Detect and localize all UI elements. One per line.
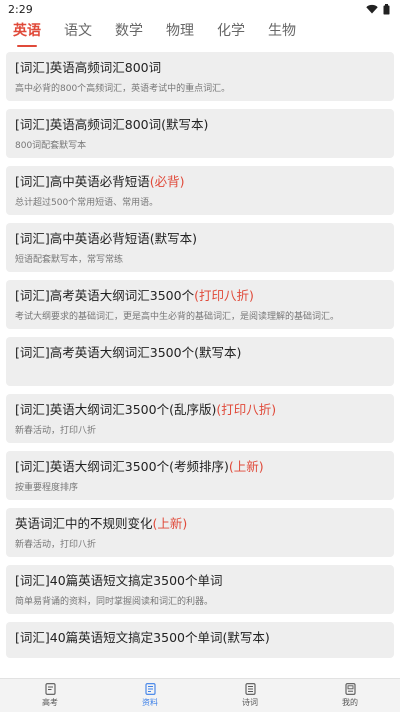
item-tag: (上新): [152, 516, 188, 531]
tab-physics[interactable]: 物理: [166, 20, 194, 48]
item-desc: 新春活动，打印八折: [15, 540, 97, 550]
item-desc: 新春活动，打印八折: [15, 426, 97, 436]
status-icons: [366, 3, 390, 15]
nav-profile[interactable]: 我的: [300, 679, 400, 712]
item-desc: 总计超过500个常用短语、常用语。: [15, 198, 159, 208]
tab-english[interactable]: 英语: [13, 20, 41, 48]
item-desc: 简单易背诵的资料，同时掌握阅读和词汇的利器。: [15, 597, 214, 607]
item-desc: 按重要程度排序: [15, 483, 79, 493]
list-item[interactable]: 英语词汇中的不规则变化(上新) 新春活动，打印八折: [6, 508, 394, 557]
nav-label: 高考: [42, 698, 58, 707]
list-item[interactable]: [词汇]高中英语必背短语(必背) 总计超过500个常用短语、常用语。: [6, 166, 394, 215]
tab-chinese[interactable]: 语文: [64, 20, 92, 48]
subject-tabs: 英语 语文 数学 物理 化学 生物: [0, 20, 400, 48]
item-desc: 短语配套默写本，常写常练: [15, 255, 124, 265]
list-item[interactable]: [词汇]英语大纲词汇3500个(考频排序)(上新) 按重要程度排序: [6, 451, 394, 500]
item-title: 英语词汇中的不规则变化(上新): [15, 516, 188, 531]
nav-label: 资料: [142, 698, 158, 707]
item-title: [词汇]高中英语必背短语(默写本): [15, 231, 198, 246]
list-item[interactable]: [词汇]高中英语必背短语(默写本) 短语配套默写本，常写常练: [6, 223, 394, 272]
item-desc: 800词配套默写本: [15, 141, 87, 151]
item-desc: 考试大纲要求的基础词汇，更是高中生必背的基础词汇，是阅读理解的基础词汇。: [15, 312, 340, 322]
nav-poetry[interactable]: 诗词: [200, 679, 300, 712]
profile-icon: [344, 683, 356, 695]
item-title: [词汇]高考英语大纲词汇3500个(默写本): [15, 345, 242, 360]
item-title: [词汇]40篇英语短文搞定3500个单词(默写本): [15, 630, 270, 645]
list-item[interactable]: [词汇]40篇英语短文搞定3500个单词 简单易背诵的资料，同时掌握阅读和词汇的…: [6, 565, 394, 614]
item-desc: 高中必背的800个高频词汇，英语考试中的重点词汇。: [15, 84, 231, 94]
document-icon: [144, 683, 156, 695]
nav-exam[interactable]: 高考: [0, 679, 100, 712]
nav-materials[interactable]: 资料: [100, 679, 200, 712]
status-time: 2:29: [8, 2, 33, 16]
item-title: [词汇]英语大纲词汇3500个(考频排序)(上新): [15, 459, 264, 474]
nav-label: 我的: [342, 698, 358, 707]
list-item[interactable]: [词汇]高考英语大纲词汇3500个(打印八折) 考试大纲要求的基础词汇，更是高中…: [6, 280, 394, 329]
list-item[interactable]: [词汇]英语高频词汇800词 高中必背的800个高频词汇，英语考试中的重点词汇。: [6, 52, 394, 101]
item-tag: (打印八折): [194, 288, 254, 303]
list-item[interactable]: [词汇]40篇英语短文搞定3500个单词(默写本): [6, 622, 394, 658]
item-tag: (打印八折): [216, 402, 277, 417]
wifi-icon: [366, 4, 378, 14]
item-title: [词汇]英语高频词汇800词(默写本): [15, 117, 209, 132]
bottom-nav: 高考 资料 诗词 我的: [0, 678, 400, 712]
item-title: [词汇]英语大纲词汇3500个(乱序版)(打印八折): [15, 402, 277, 417]
item-title: [词汇]40篇英语短文搞定3500个单词: [15, 573, 223, 588]
list-item[interactable]: [词汇]英语高频词汇800词(默写本) 800词配套默写本: [6, 109, 394, 158]
item-tag: (必背): [149, 174, 185, 189]
exam-icon: [44, 683, 56, 695]
nav-label: 诗词: [242, 698, 258, 707]
tab-math[interactable]: 数学: [115, 20, 143, 48]
status-bar: 2:29: [0, 0, 400, 18]
list-item[interactable]: [词汇]英语大纲词汇3500个(乱序版)(打印八折) 新春活动，打印八折: [6, 394, 394, 443]
tab-biology[interactable]: 生物: [268, 20, 296, 48]
item-title: [词汇]英语高频词汇800词: [15, 60, 162, 75]
poetry-icon: [244, 683, 256, 695]
battery-icon: [383, 3, 390, 14]
item-title: [词汇]高中英语必背短语(必背): [15, 174, 185, 189]
item-title: [词汇]高考英语大纲词汇3500个(打印八折): [15, 288, 254, 303]
item-tag: (上新): [228, 459, 264, 474]
tab-chemistry[interactable]: 化学: [217, 20, 245, 48]
material-list: [词汇]英语高频词汇800词 高中必背的800个高频词汇，英语考试中的重点词汇。…: [6, 52, 394, 658]
list-item[interactable]: [词汇]高考英语大纲词汇3500个(默写本): [6, 337, 394, 386]
